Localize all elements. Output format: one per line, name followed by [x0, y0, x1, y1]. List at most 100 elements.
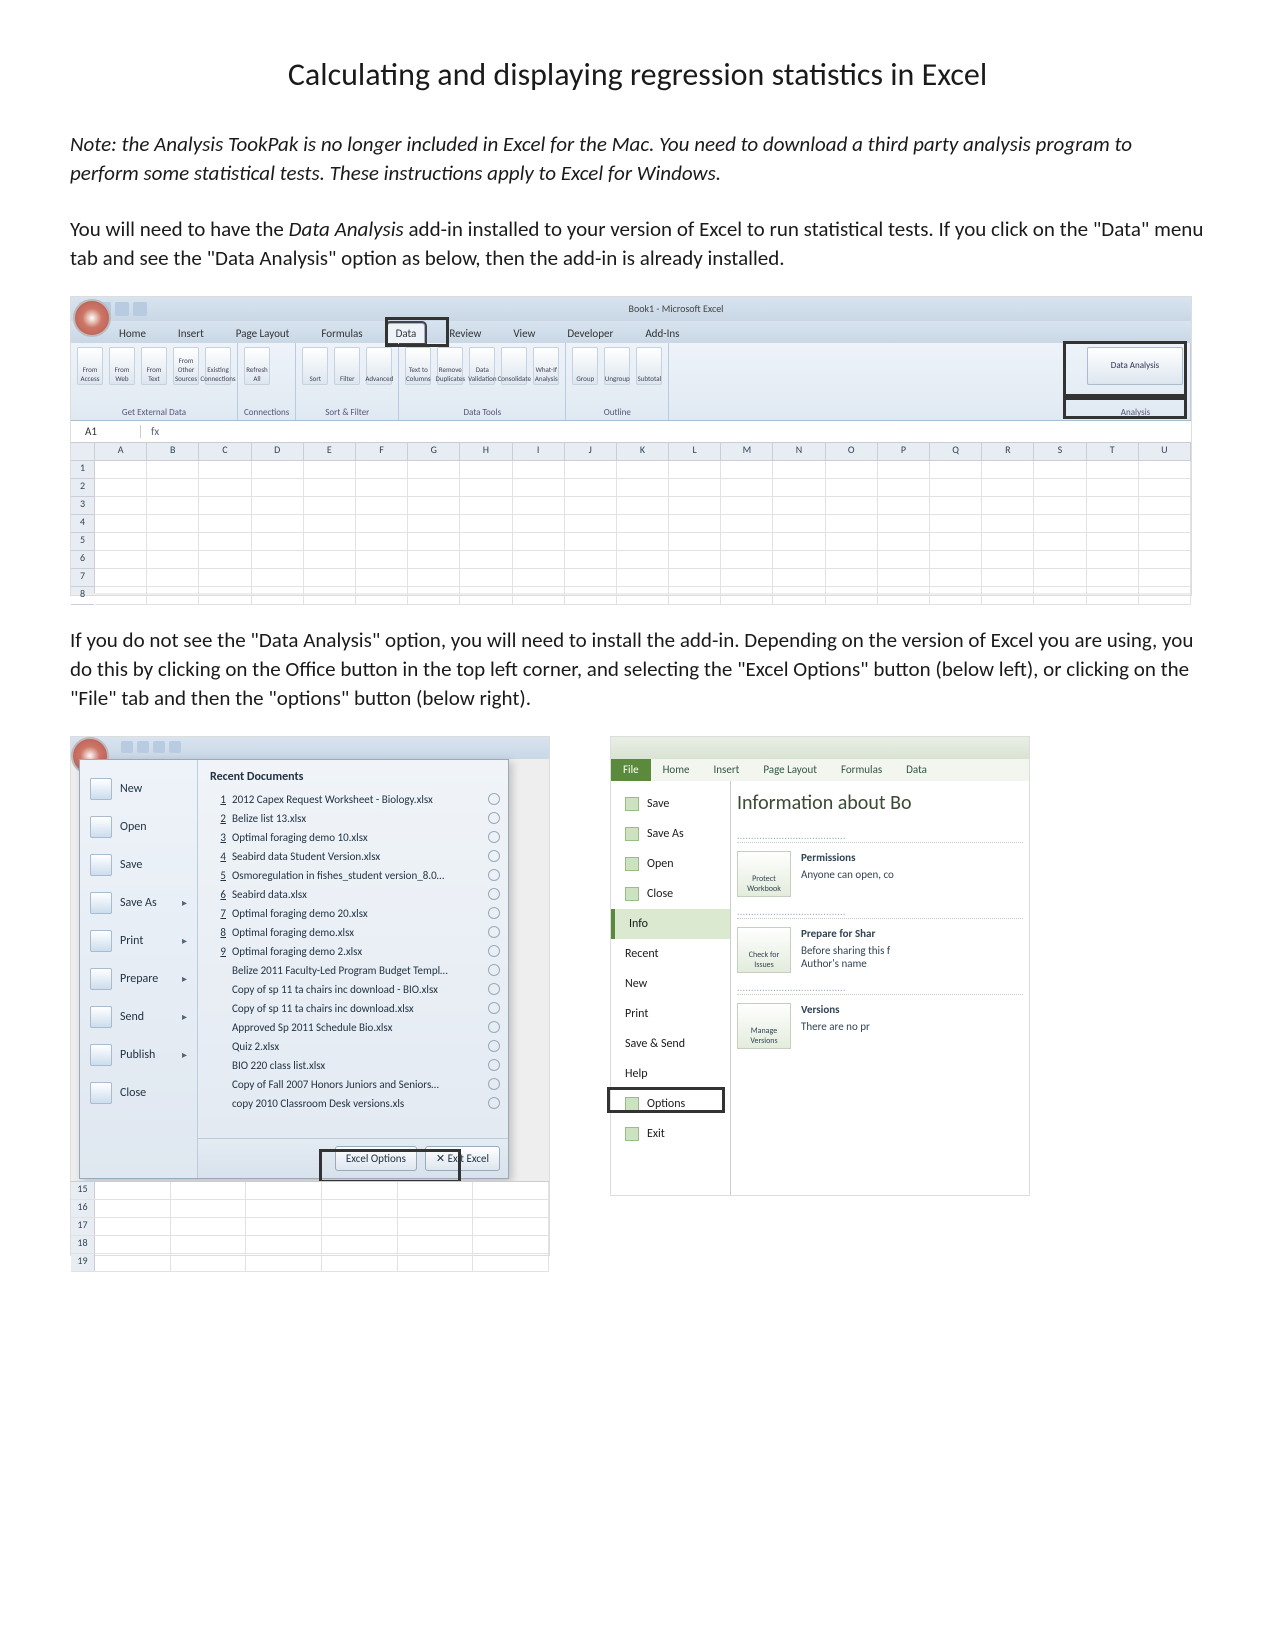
cell[interactable] [356, 515, 408, 532]
cell[interactable] [1034, 461, 1086, 478]
cell[interactable] [513, 551, 565, 568]
office-menu-item-prepare[interactable]: Prepare [80, 960, 197, 998]
ribbon-tab-file[interactable]: File [611, 759, 651, 781]
row-header[interactable]: 15 [71, 1182, 95, 1199]
backstage-item-recent[interactable]: Recent [611, 939, 730, 969]
cell[interactable] [826, 479, 878, 496]
recent-document-item[interactable]: Copy of sp 11 ta chairs inc download.xls… [210, 999, 500, 1018]
pin-icon[interactable] [488, 1002, 500, 1014]
cell[interactable] [565, 587, 617, 604]
cell[interactable] [1034, 497, 1086, 514]
cell[interactable] [147, 551, 199, 568]
cell[interactable] [930, 587, 982, 604]
cell[interactable] [95, 479, 147, 496]
cell[interactable] [408, 479, 460, 496]
cell[interactable] [721, 479, 773, 496]
recent-document-item[interactable]: Copy of Fall 2007 Honors Juniors and Sen… [210, 1075, 500, 1094]
spreadsheet-grid[interactable]: 1516171819 [71, 1181, 549, 1255]
row-header[interactable]: 4 [71, 515, 94, 533]
recent-document-item[interactable]: 12012 Capex Request Worksheet - Biology.… [210, 790, 500, 809]
ribbon-tab-insert[interactable]: Insert [170, 324, 212, 343]
cell[interactable] [773, 497, 825, 514]
cell[interactable] [322, 1236, 398, 1253]
cell[interactable] [95, 551, 147, 568]
fx-icon[interactable]: fx [141, 425, 169, 438]
office-menu-item-new[interactable]: New [80, 770, 197, 808]
cell[interactable] [252, 461, 304, 478]
cell[interactable] [565, 479, 617, 496]
cell[interactable] [171, 1218, 247, 1235]
ribbon-item-refresh-all[interactable]: Refresh All [244, 347, 270, 385]
column-header[interactable]: F [356, 443, 408, 461]
ribbon-item-what-if-analysis[interactable]: What-If Analysis [533, 347, 559, 385]
cell[interactable] [513, 497, 565, 514]
cell[interactable] [617, 461, 669, 478]
pin-icon[interactable] [488, 1040, 500, 1052]
cell[interactable] [199, 461, 251, 478]
cell[interactable] [408, 497, 460, 514]
cell[interactable] [304, 533, 356, 550]
ribbon-tab-page-layout[interactable]: Page Layout [228, 324, 298, 343]
cell[interactable] [398, 1182, 474, 1199]
cell[interactable] [252, 551, 304, 568]
backstage-item-save-send[interactable]: Save & Send [611, 1029, 730, 1059]
cell[interactable] [565, 533, 617, 550]
cell[interactable] [95, 515, 147, 532]
cell[interactable] [617, 551, 669, 568]
cell[interactable] [171, 1254, 247, 1271]
cell[interactable] [617, 533, 669, 550]
cell[interactable] [982, 551, 1034, 568]
cell[interactable] [408, 587, 460, 604]
cell[interactable] [246, 1254, 322, 1271]
row-header[interactable]: 6 [71, 551, 94, 569]
ribbon-item-sort[interactable]: Sort [302, 347, 328, 385]
cell[interactable] [398, 1200, 474, 1217]
cell[interactable] [617, 497, 669, 514]
column-header[interactable]: A [95, 443, 147, 461]
pin-icon[interactable] [488, 926, 500, 938]
ribbon-item-existing-connections[interactable]: Existing Connections [205, 347, 231, 385]
column-header[interactable]: L [669, 443, 721, 461]
cell[interactable] [252, 587, 304, 604]
row-header[interactable]: 7 [71, 569, 94, 587]
recent-document-item[interactable]: 9Optimal foraging demo 2.xlsx [210, 942, 500, 961]
row-header[interactable]: 18 [71, 1236, 95, 1253]
cell[interactable] [408, 551, 460, 568]
backstage-item-help[interactable]: Help [611, 1059, 730, 1089]
cell[interactable] [171, 1236, 247, 1253]
column-header[interactable]: H [460, 443, 512, 461]
backstage-item-exit[interactable]: Exit [611, 1119, 730, 1149]
pin-icon[interactable] [488, 793, 500, 805]
cell[interactable] [252, 533, 304, 550]
column-header[interactable]: K [617, 443, 669, 461]
cell[interactable] [826, 461, 878, 478]
ribbon-item-remove-duplicates[interactable]: Remove Duplicates [437, 347, 463, 385]
cell[interactable] [95, 1254, 171, 1271]
row-header[interactable]: 1 [71, 461, 94, 479]
cell[interactable] [356, 569, 408, 586]
cell[interactable] [171, 1182, 247, 1199]
ribbon-tabs[interactable]: HomeInsertPage LayoutFormulasDataReviewV… [71, 321, 1191, 343]
column-header[interactable]: R [982, 443, 1034, 461]
pin-icon[interactable] [488, 964, 500, 976]
cell[interactable] [95, 1236, 171, 1253]
row-header[interactable]: 19 [71, 1254, 95, 1271]
cell[interactable] [1139, 533, 1191, 550]
cell[interactable] [398, 1236, 474, 1253]
ribbon-item-from-text[interactable]: From Text [141, 347, 167, 385]
cell[interactable] [565, 497, 617, 514]
cell[interactable] [721, 569, 773, 586]
cell[interactable] [930, 569, 982, 586]
column-header[interactable]: N [773, 443, 825, 461]
cell[interactable] [473, 1254, 549, 1271]
cell[interactable] [930, 479, 982, 496]
cell[interactable] [1139, 569, 1191, 586]
recent-document-item[interactable]: 6Seabird data.xlsx [210, 885, 500, 904]
column-header[interactable]: P [878, 443, 930, 461]
ribbon-tab-developer[interactable]: Developer [559, 324, 621, 343]
cell[interactable] [460, 551, 512, 568]
cell[interactable] [773, 515, 825, 532]
cell[interactable] [252, 515, 304, 532]
cell[interactable] [147, 461, 199, 478]
manage-versions-button[interactable]: Manage Versions [737, 1003, 791, 1049]
